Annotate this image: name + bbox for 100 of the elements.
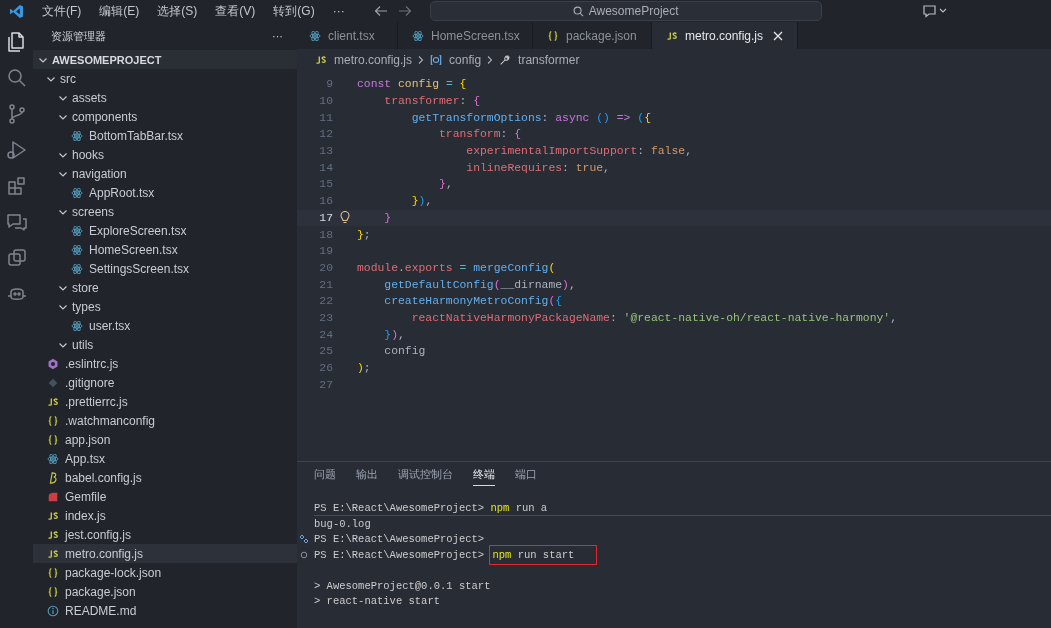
atom-icon bbox=[412, 29, 424, 42]
code-line: config bbox=[383, 345, 426, 358]
line-number: 18 bbox=[318, 228, 333, 241]
circle-icon[interactable] bbox=[299, 549, 309, 560]
file-item[interactable]: .gitignore bbox=[33, 373, 297, 393]
file-item[interactable]: package-lock.json bbox=[33, 563, 297, 583]
file-item[interactable]: package.json bbox=[33, 582, 297, 602]
atom-icon bbox=[71, 262, 83, 275]
code-line: module.exports = mergeConfig( bbox=[357, 261, 556, 274]
file-icon bbox=[666, 29, 678, 42]
file-item[interactable]: App.tsx bbox=[33, 449, 297, 469]
close-icon[interactable] bbox=[773, 30, 784, 41]
editor-tab[interactable]: metro.config.js bbox=[652, 22, 799, 49]
file-item[interactable]: jest.config.js bbox=[33, 525, 297, 545]
folder-item[interactable]: utils bbox=[33, 335, 297, 355]
folder-item[interactable]: store bbox=[33, 278, 297, 298]
line-number: 13 bbox=[318, 145, 333, 158]
folder-item[interactable]: screens bbox=[33, 202, 297, 222]
file-item[interactable]: BottomTabBar.tsx bbox=[33, 126, 297, 146]
menu-item[interactable]: 选择(S) bbox=[148, 2, 207, 20]
code-line: inlineRequires: true, bbox=[465, 161, 610, 174]
folder-item[interactable]: hooks bbox=[33, 145, 297, 165]
folder-item[interactable]: navigation bbox=[33, 164, 297, 184]
editor-tab[interactable]: client.tsx bbox=[297, 22, 398, 49]
line-number: 17 bbox=[318, 211, 333, 224]
file-item[interactable]: .watchmanconfig bbox=[33, 411, 297, 431]
panel-tab[interactable]: 终端 bbox=[473, 468, 495, 486]
file-item[interactable]: README.md bbox=[33, 601, 297, 621]
more-menu[interactable]: ··· bbox=[323, 4, 354, 18]
file-item[interactable]: app.json bbox=[33, 430, 297, 450]
terminal-prompt: PS E:\React\AwesomeProject> bbox=[314, 533, 485, 546]
project-header[interactable]: AWESOMEPROJECT bbox=[33, 50, 297, 70]
variable-icon bbox=[430, 54, 443, 66]
back-arrow-icon[interactable] bbox=[373, 5, 388, 17]
folder-item[interactable]: src bbox=[33, 69, 297, 89]
line-number: 14 bbox=[318, 161, 333, 174]
file-item[interactable]: user.tsx bbox=[33, 316, 297, 336]
menu-item[interactable]: 文件(F) bbox=[33, 2, 91, 20]
file-item[interactable]: Gemfile bbox=[33, 487, 297, 507]
file-item[interactable]: babel.config.js bbox=[33, 468, 297, 488]
code-line: }), bbox=[410, 195, 433, 208]
command-center[interactable]: AwesomeProject bbox=[429, 1, 822, 21]
menu-item[interactable]: 查看(V) bbox=[206, 2, 265, 20]
forward-arrow-icon[interactable] bbox=[397, 5, 412, 17]
file-item[interactable]: SettingsScreen.tsx bbox=[33, 259, 297, 279]
folder-item[interactable]: types bbox=[33, 297, 297, 317]
file-item[interactable]: metro.config.js bbox=[33, 544, 297, 564]
breadcrumb-item[interactable]: transformer bbox=[518, 53, 580, 67]
panel-tab[interactable]: 调试控制台 bbox=[398, 468, 453, 486]
line-number: 21 bbox=[318, 278, 333, 291]
breadcrumb-item[interactable]: metro.config.js bbox=[334, 53, 413, 67]
folder-item[interactable]: assets bbox=[33, 88, 297, 108]
file-item[interactable]: ExploreScreen.tsx bbox=[33, 221, 297, 241]
file-item[interactable]: HomeScreen.tsx bbox=[33, 240, 297, 260]
panel-tab[interactable]: 端口 bbox=[515, 468, 537, 486]
hexagon-icon bbox=[47, 357, 59, 370]
line-number: 22 bbox=[318, 295, 333, 308]
app-logo-icon[interactable] bbox=[9, 3, 24, 19]
line-number: 16 bbox=[318, 195, 333, 208]
terminal-prompt: PS E:\React\AwesomeProject> bbox=[314, 501, 486, 514]
more-actions-button[interactable]: ··· bbox=[272, 30, 283, 42]
line-number: 23 bbox=[318, 311, 333, 324]
line-number: 10 bbox=[318, 95, 333, 108]
play-icon[interactable] bbox=[4, 138, 29, 162]
braces-icon bbox=[47, 566, 59, 579]
file-icon bbox=[47, 490, 59, 503]
file-item[interactable]: AppRoot.tsx bbox=[33, 183, 297, 203]
search-icon bbox=[572, 5, 584, 17]
terminal-output: > AwesomeProject@0.0.1 start bbox=[314, 579, 491, 592]
terminal-prompt: PS E:\React\AwesomeProject> bbox=[314, 548, 486, 561]
chat-icon[interactable] bbox=[921, 4, 948, 18]
code-line: }, bbox=[438, 178, 453, 191]
file-item[interactable]: index.js bbox=[33, 506, 297, 526]
highlight-box: npm run start bbox=[490, 545, 597, 564]
code-line: getDefaultConfig(__dirname), bbox=[383, 278, 576, 291]
file-icon bbox=[47, 471, 59, 484]
panel-tab[interactable]: 问题 bbox=[314, 468, 336, 486]
panel-tab[interactable]: 输出 bbox=[356, 468, 378, 486]
line-number: 12 bbox=[318, 128, 333, 141]
line-number: 15 bbox=[318, 178, 333, 191]
file-icon bbox=[47, 547, 59, 560]
line-number: 24 bbox=[318, 328, 333, 341]
code-line: } bbox=[383, 211, 392, 224]
menu-item[interactable]: 编辑(E) bbox=[90, 2, 149, 20]
atom-icon bbox=[71, 224, 83, 237]
folder-item[interactable]: components bbox=[33, 107, 297, 127]
file-icon bbox=[315, 54, 327, 66]
file-item[interactable]: .prettierrc.js bbox=[33, 392, 297, 412]
atom-icon bbox=[71, 243, 83, 256]
braces-icon bbox=[47, 585, 59, 598]
editor-tab[interactable]: HomeScreen.tsx bbox=[398, 22, 533, 49]
info-icon bbox=[47, 604, 59, 617]
breadcrumb-item[interactable]: config bbox=[449, 53, 482, 67]
file-item[interactable]: .eslintrc.js bbox=[33, 354, 297, 374]
terminal-command: npm run a bbox=[490, 501, 548, 514]
terminal-output: > react-native start bbox=[314, 595, 441, 608]
lightbulb-icon[interactable] bbox=[339, 211, 351, 225]
file-icon bbox=[47, 395, 59, 408]
menu-item[interactable]: 转到(G) bbox=[264, 2, 324, 20]
file-icon bbox=[47, 528, 59, 541]
